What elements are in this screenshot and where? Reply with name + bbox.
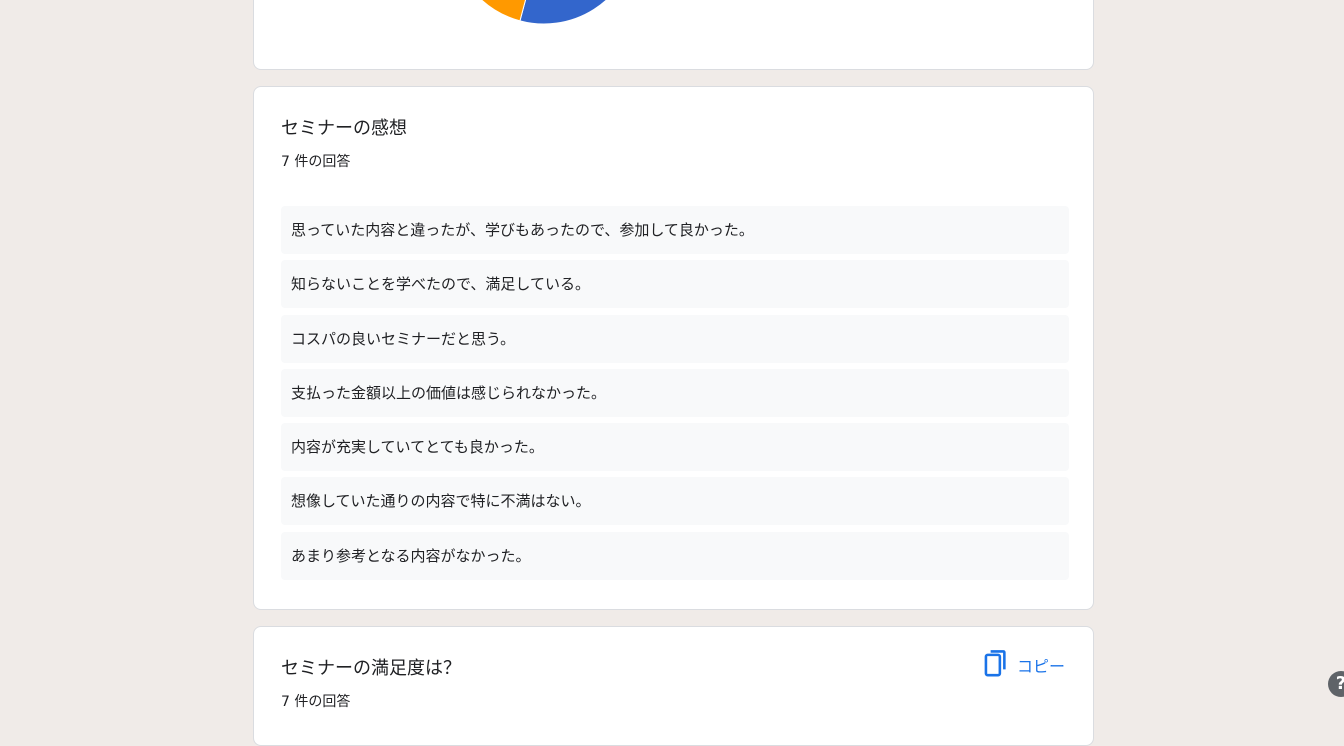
pie-chart	[480, 0, 608, 25]
question-card-impressions: セミナーの感想 7 件の回答 思っていた内容と違ったが、学びもあったので、参加し…	[253, 86, 1094, 610]
response-item: 支払った金額以上の価値は感じられなかった。	[281, 368, 1069, 417]
pie-slice	[519, 0, 608, 25]
question-title: セミナーの感想	[281, 118, 407, 139]
copy-label: コピー	[1016, 657, 1065, 676]
response-count: 7 件の回答	[281, 154, 351, 170]
response-item: 知らないことを学べたので、満足している。	[281, 260, 1069, 309]
question-title: セミナーの満足度は？	[281, 658, 461, 679]
copy-icon	[983, 648, 1009, 682]
response-item: 想像していた通りの内容で特に不満はない。	[281, 477, 1069, 526]
help-icon[interactable]: ?	[1328, 671, 1344, 697]
copy-chart-button[interactable]: コピー	[983, 649, 1065, 681]
response-count: 7 件の回答	[281, 694, 351, 710]
question-card-satisfaction: セミナーの満足度は？ 7 件の回答 コピー	[253, 626, 1094, 746]
response-item: 内容が充実していてとても良かった。	[281, 423, 1069, 472]
response-item: 思っていた内容と違ったが、学びもあったので、参加して良かった。	[281, 206, 1069, 254]
response-list: 思っていた内容と違ったが、学びもあったので、参加して良かった。 知らないことを学…	[281, 206, 1069, 586]
response-item: コスパの良いセミナーだと思う。	[281, 314, 1069, 363]
response-item: あまり参考となる内容がなかった。	[281, 531, 1069, 580]
previous-question-card	[253, 0, 1094, 70]
